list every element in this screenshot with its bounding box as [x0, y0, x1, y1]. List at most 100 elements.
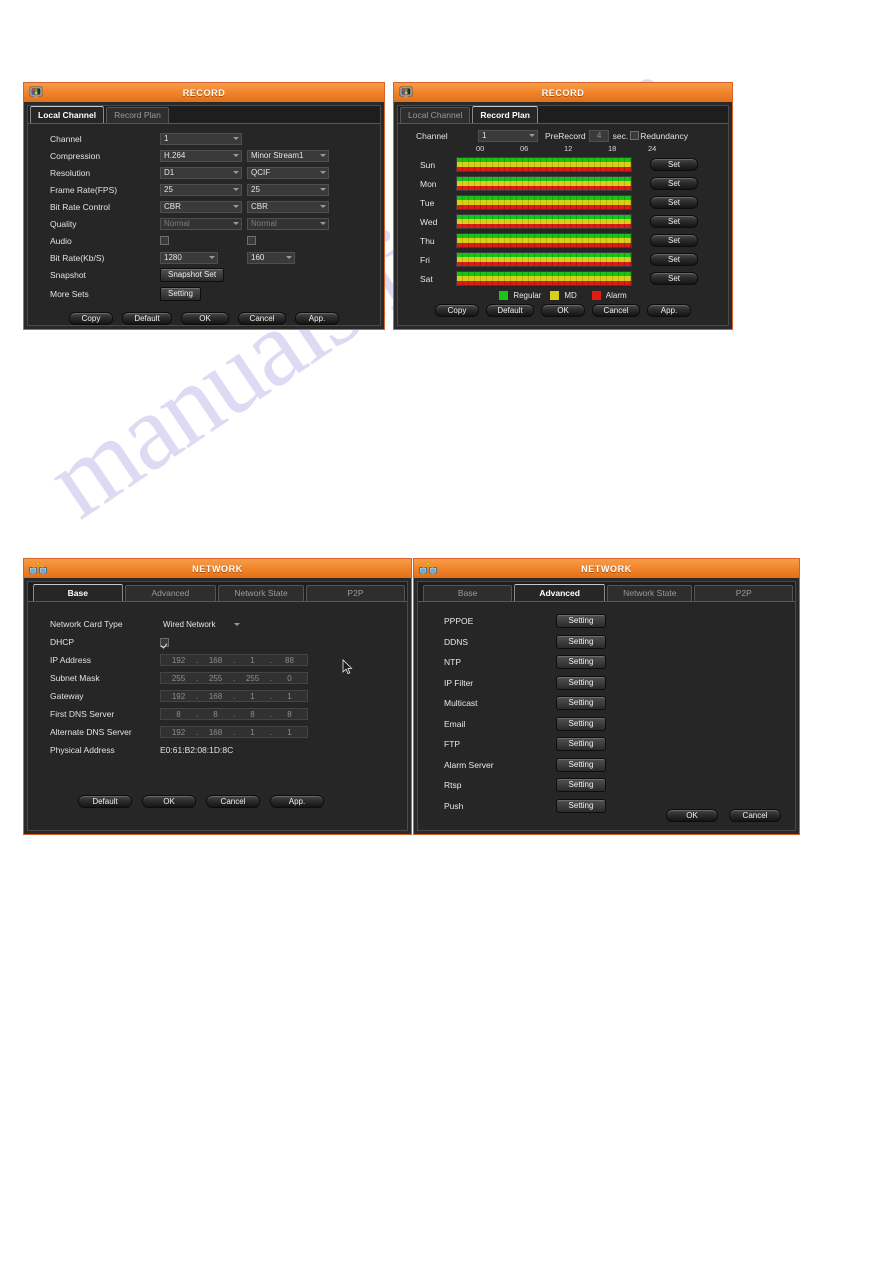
record-plan-title-bar: RECORD — [394, 83, 732, 102]
record-local-title-bar: RECORD — [24, 83, 384, 102]
select-compression-main-value: H.264 — [164, 151, 186, 160]
advanced-setting-button[interactable]: Setting — [556, 798, 606, 813]
cancel-button[interactable]: Cancel — [206, 795, 260, 808]
hour-tick-12: 12 — [564, 144, 573, 153]
network-advanced-row: IP Filter Setting — [444, 673, 795, 694]
ip-input[interactable]: 192. 168. 1. 1 — [160, 690, 308, 702]
day-set-button[interactable]: Set — [650, 272, 698, 285]
day-timeline[interactable] — [456, 214, 632, 229]
ip-octet: 1 — [250, 655, 255, 665]
day-set-button[interactable]: Set — [650, 234, 698, 247]
select-frame-rate-sub[interactable]: 25 — [247, 183, 329, 196]
advanced-setting-button[interactable]: Setting — [556, 737, 606, 752]
ip-octet: 1 — [250, 691, 255, 701]
day-timeline[interactable] — [456, 176, 632, 191]
ip-input[interactable]: 192. 168. 1. 1 — [160, 726, 308, 738]
tab-record-plan[interactable]: Record Plan — [472, 106, 538, 123]
default-button[interactable]: Default — [122, 312, 172, 325]
select-bit-rate-control-main[interactable]: CBR — [160, 200, 242, 213]
select-compression-sub[interactable]: Minor Stream1 — [247, 149, 329, 162]
select-quality-sub-value: Normal — [251, 219, 277, 228]
default-button[interactable]: Default — [486, 304, 534, 317]
day-timeline[interactable] — [456, 195, 632, 210]
cancel-button[interactable]: Cancel — [238, 312, 286, 325]
tab-advanced[interactable]: Advanced — [124, 585, 217, 601]
checkbox-redundancy[interactable] — [630, 131, 640, 140]
record-plan-body: Local Channel Record Plan Channel 1 PreR… — [397, 105, 729, 326]
apply-button[interactable]: App. — [295, 312, 339, 325]
hour-tick-18: 18 — [608, 144, 617, 153]
snapshot-set-button[interactable]: Snapshot Set — [160, 267, 225, 282]
select-bit-rate-sub[interactable]: 160 — [247, 251, 295, 264]
select-compression-main[interactable]: H.264 — [160, 149, 242, 162]
input-prerecord-seconds[interactable]: 4 — [588, 129, 609, 142]
day-timeline[interactable] — [456, 233, 632, 248]
select-quality-main[interactable]: Normal — [160, 217, 242, 230]
ok-button[interactable]: OK — [541, 304, 585, 317]
select-bit-rate-control-sub[interactable]: CBR — [247, 200, 329, 213]
day-set-button[interactable]: Set — [650, 215, 698, 228]
advanced-setting-button[interactable]: Setting — [556, 655, 606, 670]
cancel-button[interactable]: Cancel — [592, 304, 640, 317]
tab-base[interactable]: Base — [423, 585, 513, 601]
checkbox-dhcp[interactable] — [160, 637, 169, 647]
select-resolution-sub[interactable]: QCIF — [247, 166, 329, 179]
select-frame-rate-main[interactable]: 25 — [160, 183, 242, 196]
network-advanced-dialog: NETWORK Base Advanced Network State P2P … — [413, 558, 800, 835]
apply-button[interactable]: App. — [647, 304, 691, 317]
tab-record-plan[interactable]: Record Plan — [106, 107, 169, 123]
select-frame-rate-sub-value: 25 — [251, 185, 260, 194]
ip-octet: 168 — [208, 691, 223, 701]
tab-base[interactable]: Base — [33, 584, 123, 601]
ip-input[interactable]: 255. 255. 255. 0 — [160, 672, 308, 684]
ok-button[interactable]: OK — [142, 795, 196, 808]
advanced-setting-button[interactable]: Setting — [556, 696, 606, 711]
day-timeline[interactable] — [456, 157, 632, 172]
chevron-down-icon — [234, 622, 240, 626]
select-quality-sub[interactable]: Normal — [247, 217, 329, 230]
record-plan-day-rows: Sun Set Mon Set Tue Set Wed Set Thu Set Fri Set Sat S… — [398, 155, 728, 288]
day-set-button[interactable]: Set — [650, 253, 698, 266]
advanced-setting-button[interactable]: Setting — [556, 716, 606, 731]
select-channel[interactable]: 1 — [160, 132, 242, 145]
copy-button[interactable]: Copy — [69, 312, 113, 325]
tab-advanced[interactable]: Advanced — [514, 584, 606, 601]
tab-local-channel[interactable]: Local Channel — [400, 107, 471, 123]
select-network-card-type[interactable]: Wired Network — [160, 618, 242, 630]
tab-p2p[interactable]: P2P — [694, 585, 793, 601]
network-advanced-row: FTP Setting — [444, 734, 795, 755]
advanced-setting-button[interactable]: Setting — [556, 634, 606, 649]
more-sets-setting-button[interactable]: Setting — [160, 286, 201, 301]
ip-input[interactable]: 192. 168. 1. 88 — [160, 654, 308, 666]
row-channel: Channel 1 — [28, 130, 380, 147]
network-icon — [419, 561, 437, 574]
apply-button[interactable]: App. — [270, 795, 324, 808]
advanced-setting-button[interactable]: Setting — [556, 614, 606, 629]
tab-p2p[interactable]: P2P — [305, 585, 405, 601]
day-set-button[interactable]: Set — [650, 158, 698, 171]
advanced-setting-button[interactable]: Setting — [556, 778, 606, 793]
checkbox-audio-main[interactable] — [160, 235, 169, 245]
select-plan-channel[interactable]: 1 — [478, 129, 538, 142]
checkbox-audio-sub[interactable] — [247, 235, 256, 245]
copy-button[interactable]: Copy — [435, 304, 479, 317]
mouse-cursor-icon — [342, 659, 353, 675]
day-set-button[interactable]: Set — [650, 196, 698, 209]
network-advanced-title-bar: NETWORK — [414, 559, 799, 578]
day-timeline[interactable] — [456, 252, 632, 267]
label-network-card-type: Network Card Type — [50, 619, 123, 629]
advanced-setting-button[interactable]: Setting — [556, 675, 606, 690]
advanced-setting-button[interactable]: Setting — [556, 757, 606, 772]
ok-button[interactable]: OK — [181, 312, 229, 325]
cancel-button[interactable]: Cancel — [729, 809, 781, 822]
ok-button[interactable]: OK — [666, 809, 718, 822]
tab-network-state[interactable]: Network State — [218, 585, 304, 601]
tab-local-channel[interactable]: Local Channel — [30, 106, 105, 123]
day-timeline[interactable] — [456, 271, 632, 286]
default-button[interactable]: Default — [78, 795, 132, 808]
select-resolution-main[interactable]: D1 — [160, 166, 242, 179]
select-bit-rate-main[interactable]: 1280 — [160, 251, 218, 264]
ip-input[interactable]: 8.8.8.8 — [160, 708, 308, 720]
tab-network-state[interactable]: Network State — [607, 585, 693, 601]
day-set-button[interactable]: Set — [650, 177, 698, 190]
